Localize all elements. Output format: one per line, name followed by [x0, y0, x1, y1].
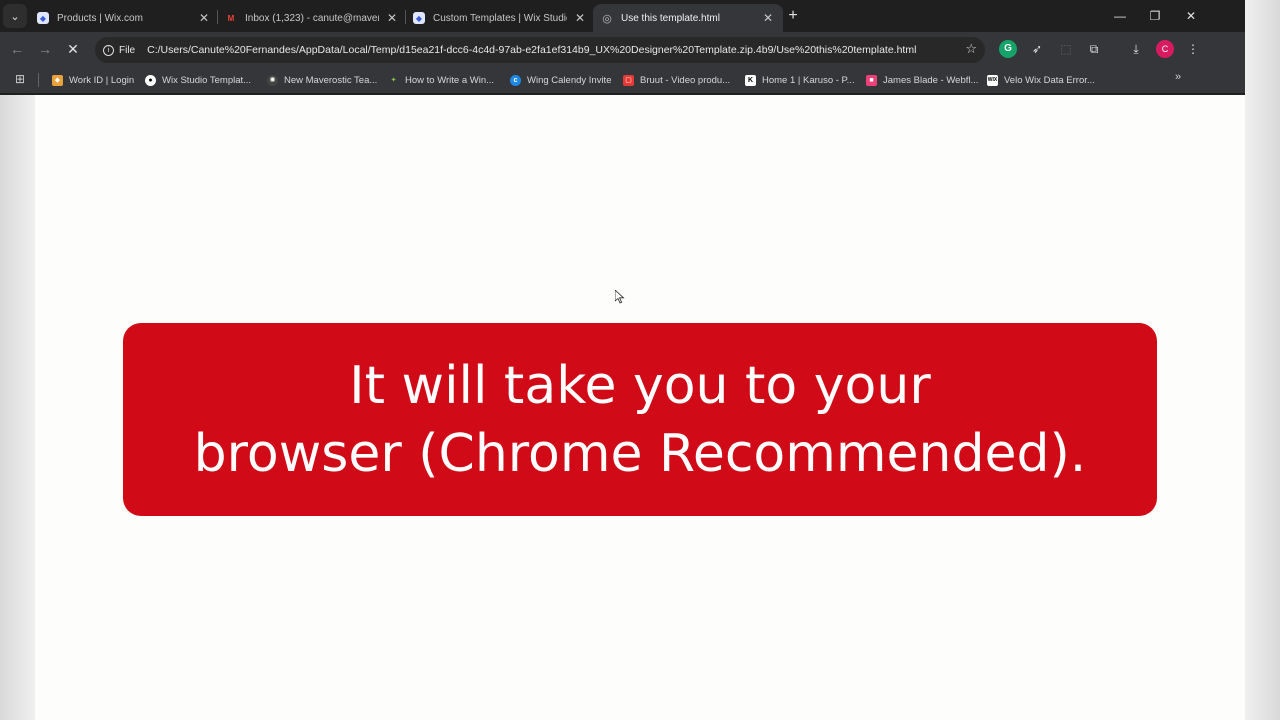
bookmark-label: Bruut - Video produ... — [640, 74, 731, 86]
webflow-icon: ■ — [866, 74, 877, 86]
tab-search-chevron-icon[interactable]: ⌄ — [3, 4, 27, 28]
extensions-puzzle-icon[interactable]: ⧉ — [1085, 40, 1103, 58]
profile-avatar[interactable]: C — [1156, 40, 1174, 58]
bookmarks-bar: ⊞ ◆ Work ID | Login ● Wix Studio Templat… — [0, 67, 1245, 93]
address-bar[interactable]: i File C:/Users/Canute%20Fernandes/AppDa… — [95, 37, 985, 63]
new-tab-plus-icon[interactable]: + — [783, 6, 803, 26]
bookmark-item[interactable]: c Wing Calendy Invite — [510, 71, 611, 89]
openai-icon: ✺ — [267, 74, 278, 86]
bookmark-label: Wix Studio Templat... — [162, 74, 252, 86]
bookmark-label: How to Write a Win... — [405, 74, 495, 86]
banner-message: It will take you to your browser (Chrome… — [145, 352, 1135, 488]
bookmark-star-icon[interactable]: ☆ — [965, 41, 977, 57]
minimize-icon[interactable]: — — [1102, 4, 1138, 28]
banner-line-1: It will take you to your — [349, 355, 931, 416]
globe-icon: ◎ — [602, 12, 612, 25]
redirect-notice-banner: It will take you to your browser (Chrome… — [123, 323, 1157, 516]
bookmark-label: Home 1 | Karuso - P... — [762, 74, 855, 86]
wix-studio-icon: ● — [145, 74, 156, 86]
tab-title: Products | Wix.com — [57, 12, 143, 24]
bookmark-label: Wing Calendy Invite — [527, 74, 612, 86]
forward-arrow-icon[interactable]: → — [34, 38, 56, 60]
download-icon[interactable]: ⤓ — [1127, 40, 1145, 58]
page-content: It will take you to your browser (Chrome… — [35, 95, 1245, 720]
bookmark-item[interactable]: ■ James Blade - Webfl... — [866, 71, 978, 89]
bookmarks-overflow-chevron-icon[interactable]: » — [1175, 71, 1181, 83]
tab-title: Custom Templates | Wix Studio — [433, 12, 567, 24]
info-icon: i — [103, 44, 114, 56]
bookmark-item[interactable]: ✦ How to Write a Win... — [388, 71, 494, 89]
window-close-icon[interactable]: ✕ — [1173, 4, 1209, 28]
tab-use-this-template[interactable]: ◎ Use this template.html ✕ — [593, 4, 783, 32]
grammarly-extension-icon[interactable]: G — [999, 40, 1017, 58]
calendly-icon: c — [510, 74, 521, 86]
bookmark-label: New Maverostic Tea... — [284, 74, 378, 86]
bookmark-label: James Blade - Webfl... — [883, 74, 979, 86]
url-text: C:/Users/Canute%20Fernandes/AppData/Loca… — [147, 44, 917, 56]
tab-strip: ⌄ ◆ Products | Wix.com ✕ M Inbox (1,323)… — [0, 0, 1245, 32]
bookmark-item[interactable]: K Home 1 | Karuso - P... — [745, 71, 855, 89]
scheme-label: File — [119, 44, 136, 56]
bruut-icon: ▢ — [623, 74, 634, 86]
gmail-icon: M — [227, 13, 235, 23]
stop-loading-icon[interactable]: ✕ — [62, 38, 84, 60]
apps-grid-icon[interactable]: ⊞ — [13, 72, 27, 86]
wix-icon: WIX — [987, 74, 998, 86]
toolbar: ← → ✕ i File C:/Users/Canute%20Fernandes… — [0, 32, 1245, 67]
wix-shield-icon: ◆ — [37, 12, 49, 24]
tab-products-wix[interactable]: ◆ Products | Wix.com ✕ — [29, 4, 219, 32]
close-icon[interactable]: ✕ — [197, 11, 211, 25]
workid-icon: ◆ — [52, 74, 63, 86]
restore-icon[interactable]: ❐ — [1137, 4, 1173, 28]
bookmark-item[interactable]: ▢ Bruut - Video produ... — [623, 71, 730, 89]
screenshot-extension-icon[interactable]: ⬚ — [1057, 40, 1075, 58]
karuso-icon: K — [745, 74, 756, 86]
bookmark-label: Work ID | Login — [69, 74, 135, 86]
kebab-menu-icon[interactable]: ⋮ — [1184, 40, 1202, 58]
banner-line-2: browser (Chrome Recommended). — [193, 423, 1087, 484]
mouse-cursor-icon — [615, 290, 625, 304]
bookmark-item[interactable]: ● Wix Studio Templat... — [145, 71, 251, 89]
bookmark-item[interactable]: WIX Velo Wix Data Error... — [987, 71, 1095, 89]
rocket-extension-icon[interactable]: ➶ — [1028, 40, 1046, 58]
back-arrow-icon[interactable]: ← — [6, 38, 28, 60]
close-icon[interactable]: ✕ — [573, 11, 587, 25]
browser-chrome: ⌄ ◆ Products | Wix.com ✕ M Inbox (1,323)… — [0, 0, 1245, 95]
leaf-icon: ✦ — [390, 77, 397, 84]
site-info-chip[interactable]: i File — [103, 44, 136, 56]
tab-inbox[interactable]: M Inbox (1,323) - canute@mavera ✕ — [217, 4, 407, 32]
wix-shield-icon: ◆ — [413, 12, 425, 24]
bookmark-label: Velo Wix Data Error... — [1004, 74, 1095, 86]
tab-title: Use this template.html — [621, 12, 720, 24]
close-icon[interactable]: ✕ — [385, 11, 399, 25]
bookmark-item[interactable]: ✺ New Maverostic Tea... — [267, 71, 377, 89]
bookmarks-divider — [38, 73, 39, 87]
tab-custom-templates[interactable]: ◆ Custom Templates | Wix Studio ✕ — [405, 4, 595, 32]
tab-title: Inbox (1,323) - canute@mavera — [245, 12, 379, 24]
close-icon[interactable]: ✕ — [761, 11, 775, 25]
bookmark-item[interactable]: ◆ Work ID | Login — [52, 71, 134, 89]
